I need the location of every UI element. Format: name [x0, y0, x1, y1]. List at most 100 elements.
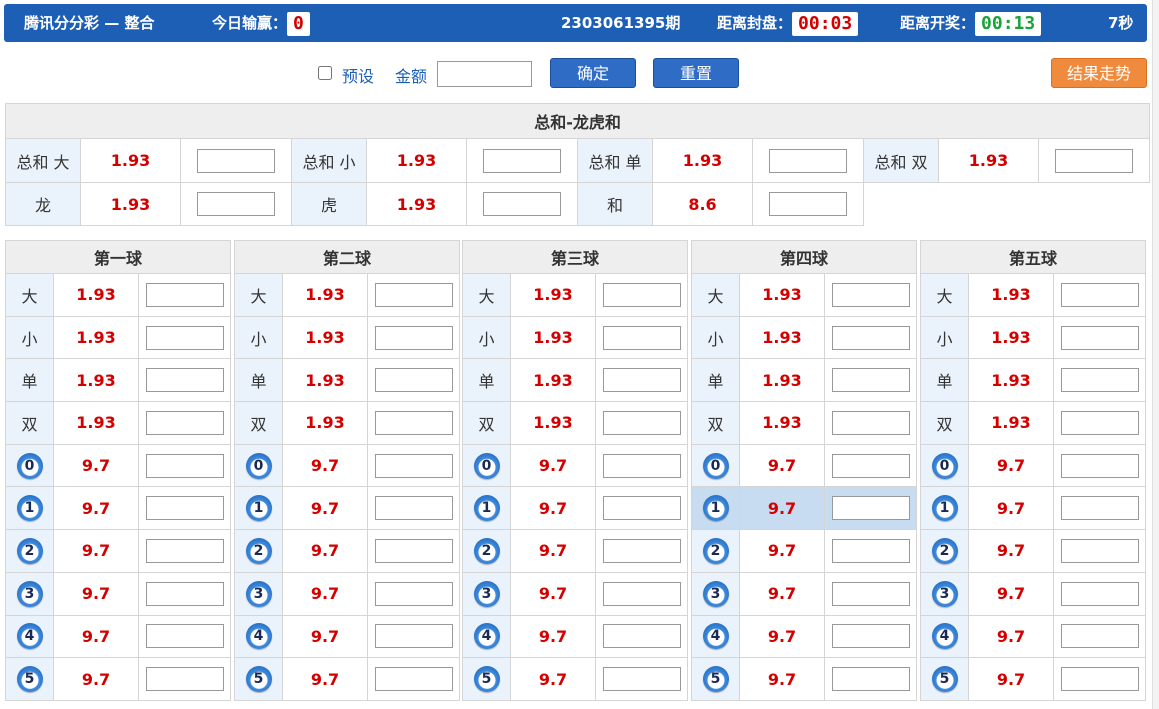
bet-amount-input[interactable]: [374, 581, 453, 606]
bet-cell: [823, 657, 918, 701]
bet-amount-input[interactable]: [145, 667, 224, 692]
bet-amount-input[interactable]: [145, 624, 224, 649]
bet-row: 1 9.7: [920, 486, 1147, 531]
bet-amount-input[interactable]: [1060, 453, 1139, 478]
bet-amount-input[interactable]: [1060, 410, 1139, 435]
bet-name: 双: [234, 401, 283, 445]
bet-amount-input[interactable]: [602, 410, 681, 435]
bet-cell: [594, 273, 689, 317]
bet-amount-input[interactable]: [1060, 282, 1139, 307]
number-ball-icon: 5: [473, 666, 500, 693]
bet-name: 大: [920, 273, 969, 317]
bet-odds: 1.93: [80, 182, 181, 226]
bet-amount-input[interactable]: [1060, 667, 1139, 692]
bet-amount-input[interactable]: [1060, 538, 1139, 563]
bet-amount-input[interactable]: [831, 624, 910, 649]
bet-odds: 9.7: [282, 657, 368, 701]
bet-odds: 9.7: [282, 614, 368, 659]
bet-amount-input[interactable]: [145, 282, 224, 307]
number-ball-icon: 2: [245, 537, 272, 564]
bet-amount-input[interactable]: [145, 410, 224, 435]
bet-amount-input[interactable]: [374, 667, 453, 692]
bet-cell: [823, 443, 918, 488]
bet-cell: [1052, 315, 1147, 360]
bet-odds: 9.7: [53, 486, 139, 531]
bet-amount-input[interactable]: [1055, 148, 1134, 173]
bet-odds: 1.93: [739, 358, 825, 403]
bet-amount-input[interactable]: [197, 192, 275, 216]
preset-checkbox[interactable]: [318, 66, 332, 80]
bet-amount-input[interactable]: [602, 667, 681, 692]
bet-amount-input[interactable]: [374, 453, 453, 478]
trend-button[interactable]: 结果走势: [1051, 58, 1147, 88]
bet-amount-input[interactable]: [1060, 496, 1139, 521]
bet-amount-input[interactable]: [831, 325, 910, 350]
bet-amount-input[interactable]: [602, 282, 681, 307]
bet-amount-input[interactable]: [831, 410, 910, 435]
ball-table: 第二球大 1.93 小 1.93 单 1.93 双 1.93 0 9.7 1 9.7 2 9.7 3 9.7 4…: [233, 240, 461, 701]
bet-amount-input[interactable]: [831, 538, 910, 563]
bet-cell: [823, 358, 918, 403]
bet-row: 5 9.7: [691, 657, 918, 701]
bet-amount-input[interactable]: [374, 325, 453, 350]
bet-amount-input[interactable]: [831, 282, 910, 307]
bet-amount-input[interactable]: [831, 667, 910, 692]
bet-amount-input[interactable]: [602, 496, 681, 521]
bet-amount-input[interactable]: [145, 581, 224, 606]
bet-amount-input[interactable]: [831, 368, 910, 393]
number-cell: 0: [462, 443, 511, 488]
bet-row: 4 9.7: [234, 614, 461, 659]
bet-odds: 9.7: [510, 529, 596, 573]
bet-amount-input[interactable]: [1060, 325, 1139, 350]
bet-row: 0 9.7: [691, 443, 918, 488]
bet-amount-input[interactable]: [374, 624, 453, 649]
bet-cell: [366, 315, 461, 360]
bet-amount-input[interactable]: [483, 148, 561, 173]
bet-amount-input[interactable]: [831, 496, 910, 521]
number-ball-icon: 0: [245, 452, 272, 479]
bet-amount-input[interactable]: [602, 325, 681, 350]
confirm-button[interactable]: 确定: [550, 58, 636, 88]
bet-amount-input[interactable]: [769, 148, 847, 173]
bet-amount-input[interactable]: [602, 624, 681, 649]
bet-amount-input[interactable]: [602, 453, 681, 478]
bet-cell: [366, 657, 461, 701]
bet-amount-input[interactable]: [374, 368, 453, 393]
bet-row: 单 1.93: [462, 358, 689, 403]
bet-amount-input[interactable]: [374, 410, 453, 435]
bet-amount-input[interactable]: [1060, 368, 1139, 393]
bet-amount-input[interactable]: [145, 325, 224, 350]
bet-amount-input[interactable]: [831, 581, 910, 606]
bet-amount-input[interactable]: [602, 581, 681, 606]
bet-amount-input[interactable]: [1060, 581, 1139, 606]
bet-cell: [137, 443, 232, 488]
bet-odds: 9.7: [53, 529, 139, 573]
bet-amount-input[interactable]: [1060, 624, 1139, 649]
number-cell: 1: [691, 486, 740, 531]
bet-cell: [137, 273, 232, 317]
close-countdown: 距离封盘： 00:03: [717, 4, 859, 42]
reset-button[interactable]: 重置: [653, 58, 739, 88]
bet-odds: 9.7: [739, 657, 825, 701]
bet-row: 4 9.7: [462, 614, 689, 659]
amount-input[interactable]: [437, 61, 532, 87]
bet-amount-input[interactable]: [374, 538, 453, 563]
bet-amount-input[interactable]: [197, 148, 275, 173]
bet-amount-input[interactable]: [145, 368, 224, 393]
refresh-countdown[interactable]: 7秒: [1108, 4, 1133, 42]
bet-amount-input[interactable]: [602, 538, 681, 563]
number-ball-icon: 0: [16, 452, 43, 479]
bet-amount-input[interactable]: [374, 282, 453, 307]
number-cell: 1: [234, 486, 283, 531]
bet-amount-input[interactable]: [145, 453, 224, 478]
bet-amount-input[interactable]: [769, 192, 847, 216]
bet-name: 大: [234, 273, 283, 317]
bet-amount-input[interactable]: [483, 192, 561, 216]
ball-title: 第四球: [690, 240, 918, 274]
bet-amount-input[interactable]: [145, 496, 224, 521]
bet-amount-input[interactable]: [374, 496, 453, 521]
bet-amount-input[interactable]: [145, 538, 224, 563]
bet-amount-input[interactable]: [602, 368, 681, 393]
bet-amount-input[interactable]: [831, 453, 910, 478]
bet-cell: [594, 486, 689, 531]
